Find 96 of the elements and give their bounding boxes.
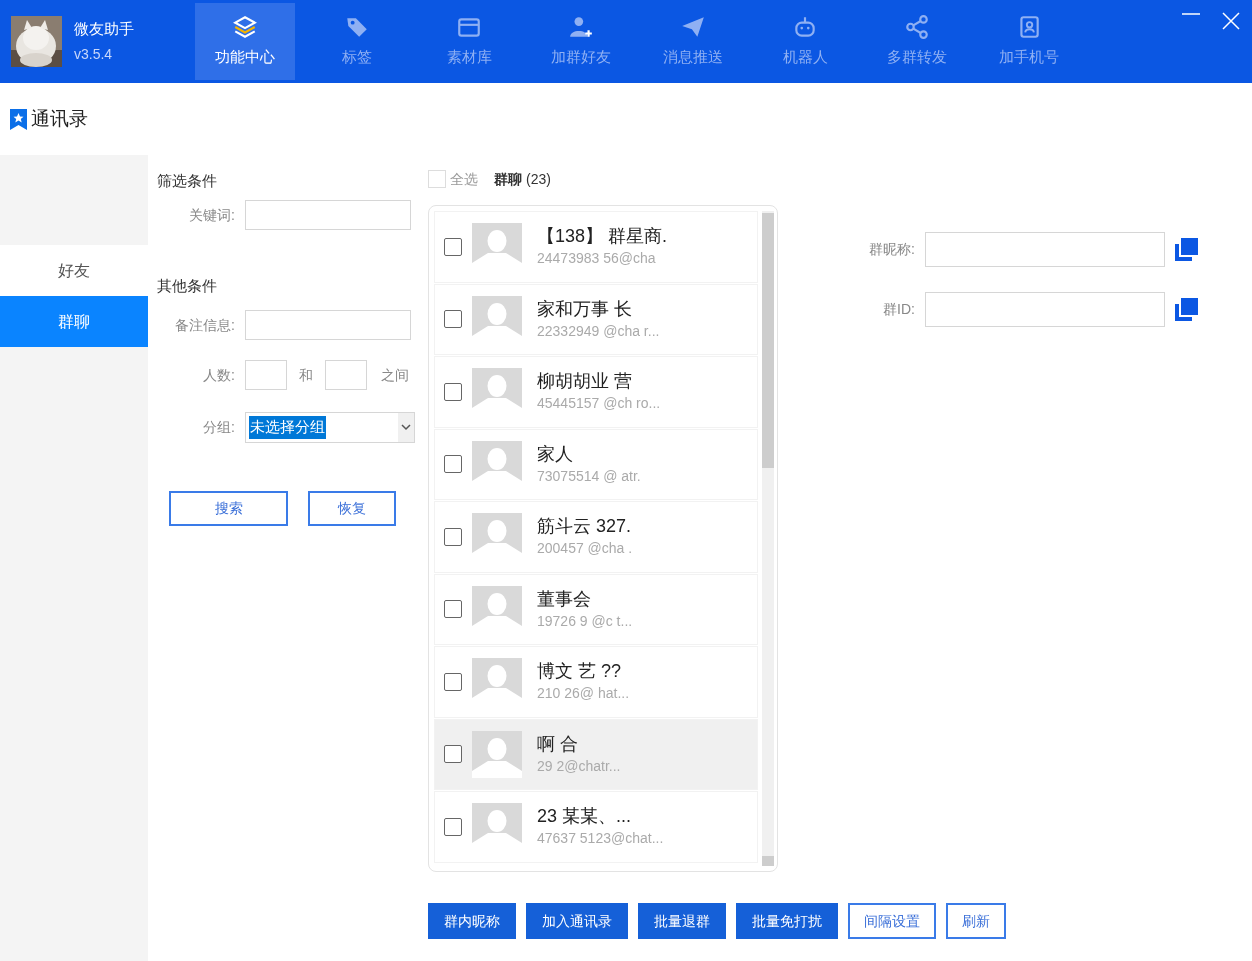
checkbox[interactable] [444, 382, 462, 401]
checkbox[interactable] [444, 672, 462, 691]
input-field[interactable] [325, 360, 367, 390]
group-list-item[interactable]: 董事会 19726 9 @c t... [434, 573, 758, 645]
input-field[interactable] [245, 360, 287, 390]
avatar-placeholder-icon [472, 803, 522, 851]
checkbox[interactable] [444, 237, 462, 256]
group-list-item[interactable]: 博文 艺 ?? 210 26@ hat... [434, 646, 758, 718]
group-id: 47637 5123@chat... [537, 829, 664, 849]
minimize-icon[interactable] [1182, 12, 1200, 16]
nav-tab[interactable]: 多群转发 [867, 3, 967, 80]
group-id: 22332949 @cha r... [537, 321, 660, 341]
action-button[interactable]: 批量免打扰 [736, 903, 838, 939]
group-list-item[interactable]: 筋斗云 327. 200457 @cha . [434, 501, 758, 573]
list-heading: 群聊 [494, 169, 522, 189]
field-label: 群ID: [882, 300, 915, 319]
nav-tab[interactable]: 机器人 [755, 3, 855, 80]
group-list-item[interactable]: 【138】 群星商. 24473983 56@cha [434, 211, 758, 283]
action-button[interactable]: 群内昵称 [428, 903, 516, 939]
scrollbar[interactable] [762, 211, 774, 866]
share-icon [904, 14, 930, 41]
avatar-placeholder-icon [472, 223, 522, 271]
group-name: 23 某某、... [537, 805, 633, 829]
action-button[interactable]: 批量退群 [638, 903, 726, 939]
bookmark-icon [10, 108, 27, 130]
group-id: 19726 9 @c t... [537, 611, 633, 631]
nav-tab[interactable]: 标签 [307, 3, 407, 80]
field-label: 群昵称: [868, 240, 915, 259]
input-field[interactable] [245, 200, 411, 230]
field-label: 备注信息: [174, 315, 235, 335]
group-name: 家人 [537, 442, 574, 466]
group-list-item[interactable]: 23 某某、... 47637 5123@chat... [434, 791, 758, 863]
field-label: 人数: [202, 365, 235, 385]
group-name: 【138】 群星商. [537, 225, 668, 249]
checkbox[interactable] [444, 455, 462, 474]
nav-tab[interactable]: 加手机号 [979, 3, 1079, 80]
group-list-item[interactable]: 柳胡胡业 营 45445157 @ch ro... [434, 356, 758, 428]
action-button[interactable]: 搜索 [169, 491, 288, 526]
field-label: 分组: [202, 418, 235, 437]
group-list-item[interactable]: 家和万事 长 22332949 @cha r... [434, 283, 758, 355]
group-id: 210 26@ hat... [537, 684, 630, 704]
action-button[interactable]: 恢复 [308, 491, 396, 526]
app-name: 微友助手 [74, 18, 134, 39]
sidebar-item[interactable]: 群聊 [0, 296, 148, 347]
group-list-item[interactable]: 啊 合 29 2@chatr... [434, 718, 758, 790]
checkbox[interactable] [444, 817, 462, 836]
group-name: 博文 艺 ?? [537, 660, 623, 684]
chevron-down-icon [398, 413, 414, 442]
avatar-placeholder-icon [472, 295, 522, 343]
list-count: (23) [526, 169, 551, 189]
nav-tab[interactable]: 消息推送 [643, 3, 743, 80]
group-name: 筋斗云 327. [537, 515, 633, 539]
input-field[interactable] [245, 310, 411, 340]
action-button[interactable]: 加入通讯录 [526, 903, 628, 939]
group-name: 啊 合 [537, 732, 579, 756]
avatar-placeholder-icon [472, 513, 522, 561]
copy-icon[interactable] [1175, 298, 1198, 321]
action-button[interactable]: 刷新 [946, 903, 1006, 939]
avatar-placeholder-icon [472, 658, 522, 706]
field-label: 之间 [381, 365, 409, 385]
nav-tab[interactable]: 素材库 [419, 3, 519, 80]
copy-icon[interactable] [1175, 238, 1198, 261]
group-id: 200457 @cha . [537, 539, 633, 559]
app-version: v3.5.4 [74, 45, 114, 65]
field-label: 关键词: [188, 205, 235, 225]
input-field[interactable] [925, 232, 1165, 267]
checkbox[interactable] [444, 527, 462, 546]
avatar-placeholder-icon [472, 730, 522, 778]
section-title: 其他条件 [157, 276, 218, 296]
group-id: 24473983 56@cha [537, 249, 657, 269]
checkbox[interactable] [444, 600, 462, 619]
field-label: 和 [299, 365, 313, 385]
select-all-label[interactable]: 全选 [450, 168, 478, 190]
page-title: 通讯录 [31, 106, 88, 131]
section-title: 筛选条件 [157, 171, 218, 191]
scrollbar-thumb[interactable] [762, 213, 774, 468]
nav-tab[interactable]: 加群好友 [531, 3, 631, 80]
group-id: 45445157 @ch ro... [537, 394, 661, 414]
group-name: 家和万事 长 [537, 297, 633, 321]
group-name: 董事会 [537, 587, 592, 611]
sidebar-item[interactable]: 好友 [0, 245, 148, 296]
group-id: 73075514 @ atr. [537, 466, 641, 486]
layers-icon [232, 14, 258, 41]
group-dropdown[interactable]: 未选择分组 [245, 412, 415, 443]
close-icon[interactable] [1222, 12, 1240, 30]
avatar-placeholder-icon [472, 368, 522, 416]
nav-tab[interactable]: 功能中心 [195, 3, 295, 80]
avatar-placeholder-icon [472, 585, 522, 633]
input-field[interactable] [925, 292, 1165, 327]
group-id: 29 2@chatr... [537, 756, 621, 776]
checkbox[interactable] [444, 745, 462, 764]
group-name: 柳胡胡业 营 [537, 370, 633, 394]
checkbox[interactable] [444, 310, 462, 329]
group-list-item[interactable]: 家人 73075514 @ atr. [434, 428, 758, 500]
action-button[interactable]: 间隔设置 [848, 903, 936, 939]
avatar-placeholder-icon [472, 440, 522, 488]
